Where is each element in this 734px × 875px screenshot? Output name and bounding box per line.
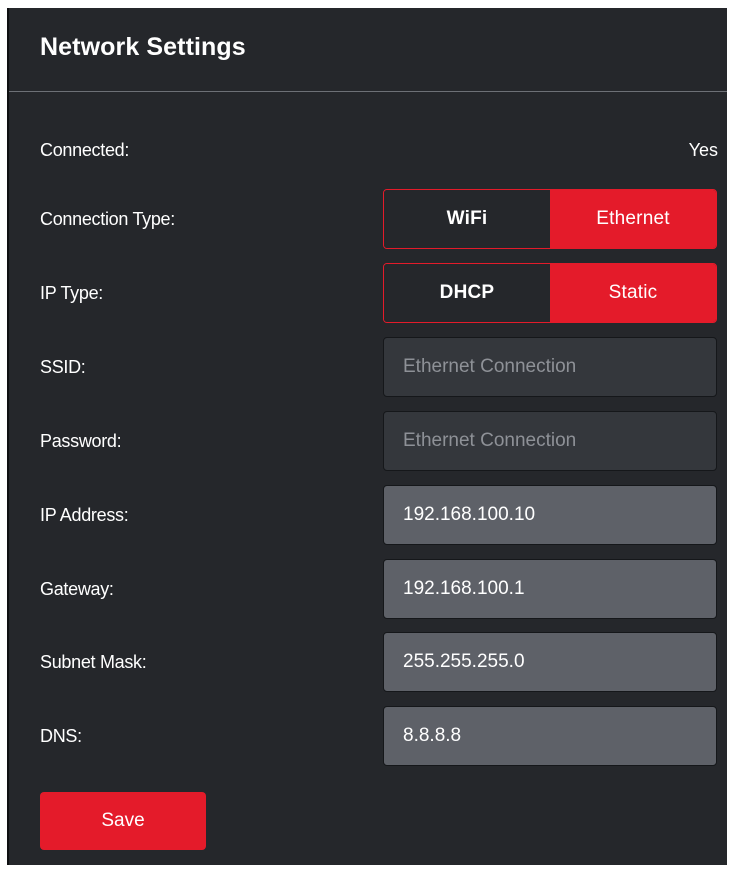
ssid-input[interactable] <box>383 337 717 397</box>
password-input[interactable] <box>383 411 717 471</box>
connected-label: Connected: <box>40 139 130 160</box>
connection-type-ethernet-option[interactable]: Ethernet <box>550 190 716 248</box>
gateway-row: Gateway: <box>40 559 717 619</box>
panel-title: Network Settings <box>40 33 246 61</box>
gateway-label: Gateway: <box>40 578 114 599</box>
dns-label: DNS: <box>40 725 82 746</box>
dns-row: DNS: <box>40 706 717 766</box>
connected-row: Connected: Yes <box>40 120 718 180</box>
password-row: Password: <box>40 411 717 471</box>
panel-header: Network Settings <box>9 8 727 92</box>
ip-type-static-option[interactable]: Static <box>550 264 716 322</box>
ip-type-dhcp-option[interactable]: DHCP <box>384 264 550 322</box>
ip-type-label: IP Type: <box>40 282 103 303</box>
dns-input[interactable] <box>383 706 717 766</box>
network-settings-panel: Network Settings Connected: Yes Connecti… <box>7 8 727 865</box>
connected-value: Yes <box>688 139 718 160</box>
gateway-input[interactable] <box>383 559 717 619</box>
connection-type-row: Connection Type: WiFi Ethernet <box>40 189 717 249</box>
connection-type-toggle: WiFi Ethernet <box>383 189 717 249</box>
subnet-mask-input[interactable] <box>383 632 717 692</box>
ip-type-toggle: DHCP Static <box>383 263 717 323</box>
password-label: Password: <box>40 430 122 451</box>
connection-type-label: Connection Type: <box>40 208 175 229</box>
ip-address-input[interactable] <box>383 485 717 545</box>
connection-type-wifi-option[interactable]: WiFi <box>384 190 550 248</box>
ip-address-row: IP Address: <box>40 485 717 545</box>
ssid-row: SSID: <box>40 337 717 397</box>
ssid-label: SSID: <box>40 356 86 377</box>
ip-type-row: IP Type: DHCP Static <box>40 263 717 323</box>
save-button[interactable]: Save <box>40 792 206 850</box>
subnet-mask-label: Subnet Mask: <box>40 651 147 672</box>
subnet-mask-row: Subnet Mask: <box>40 632 717 692</box>
ip-address-label: IP Address: <box>40 504 129 525</box>
